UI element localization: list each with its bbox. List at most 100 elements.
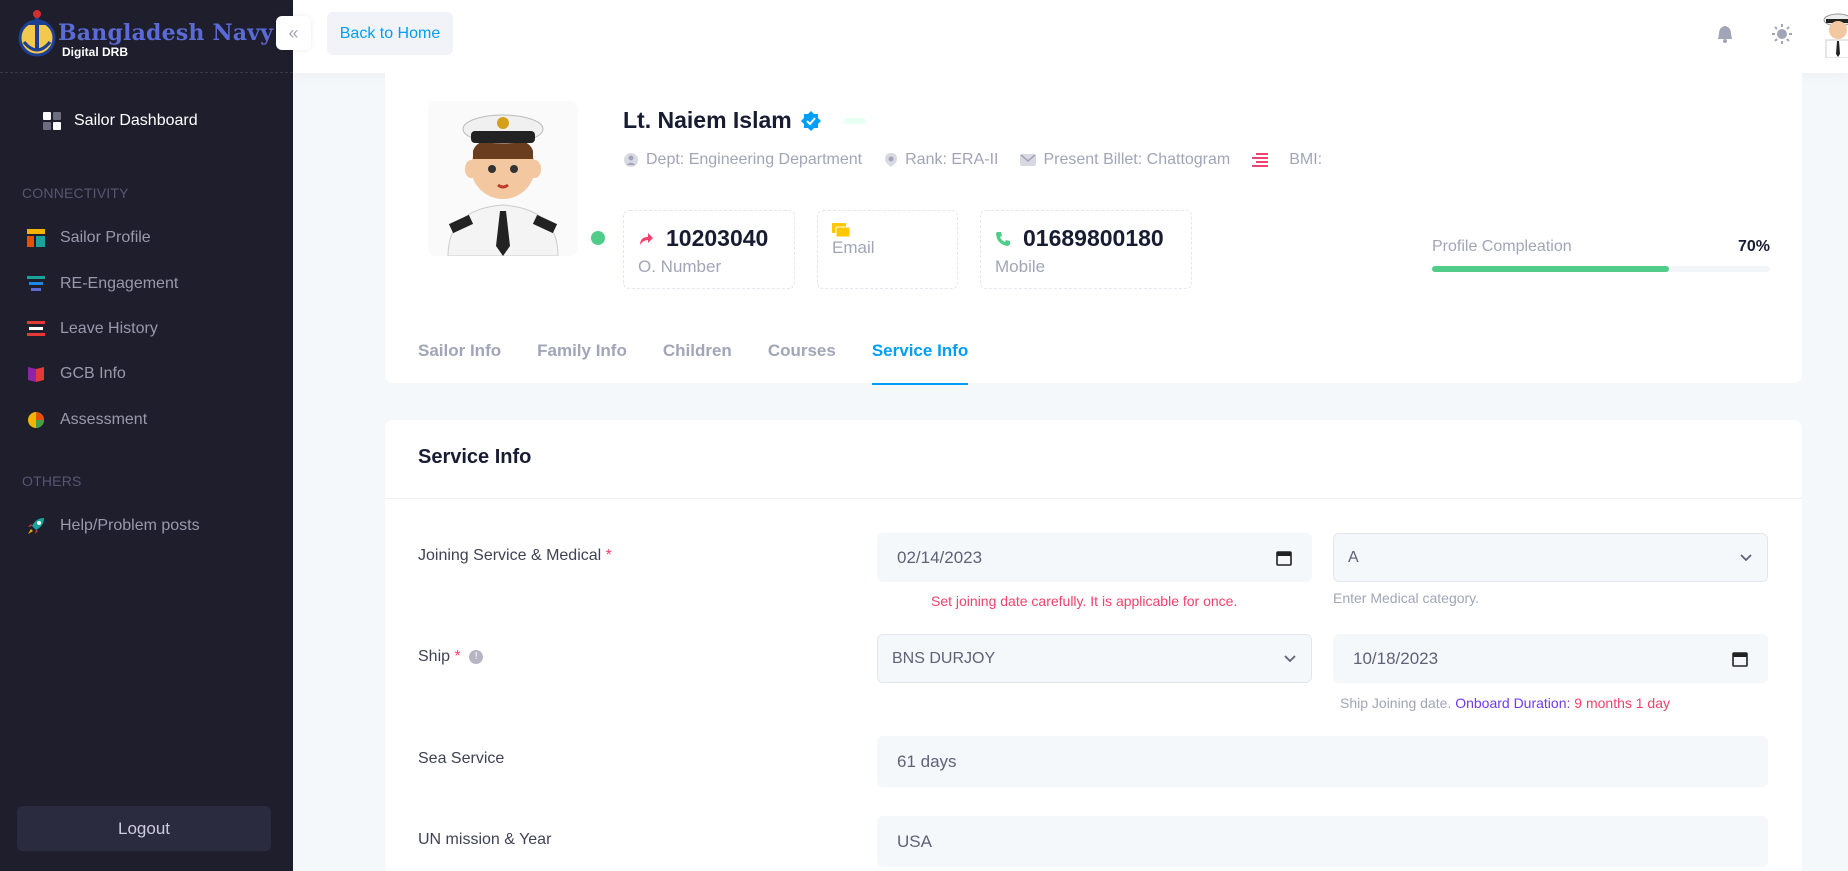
sidebar-item-re-engagement[interactable]: RE-Engagement [26,274,178,294]
brand-title: Bangladesh Navy [58,20,274,46]
ship-help-text: Ship Joining date. [1340,695,1452,711]
mobile-value: 01689800180 [1023,225,1164,251]
ship-label: Ship * ! [418,648,484,666]
status-pill [843,117,866,124]
ship-joining-date-input[interactable]: 10/18/2023 [1333,634,1768,683]
joining-label: Joining Service & Medical * [418,547,612,565]
medical-category-select[interactable]: A [1333,533,1768,582]
mobile-label: Mobile [995,257,1046,276]
theme-sun-icon[interactable] [1770,22,1794,46]
profile-tabs: Sailor Info Family Info Children Courses… [418,341,969,385]
sidebar-item-label: Leave History [60,320,158,337]
info-icon[interactable]: ! [469,649,484,664]
double-chevron-left-icon: « [288,22,299,43]
joining-date-value: 02/14/2023 [897,547,983,567]
arrow-redo-icon [640,232,653,245]
billet-text: Present Billet: Chattogram [1043,151,1231,168]
officer-avatar [428,101,578,256]
service-info-title: Service Info [418,446,532,468]
ship-label-text: Ship [418,648,451,665]
sea-service-input[interactable]: 61 days [877,736,1768,787]
sidebar-item-assessment[interactable]: Assessment [26,410,147,430]
tab-children[interactable]: Children [663,341,732,385]
sidebar-item-dashboard[interactable]: Sailor Dashboard [42,111,198,131]
back-to-home-button[interactable]: Back to Home [327,12,453,55]
un-mission-input[interactable]: USA [877,816,1768,867]
user-avatar[interactable] [1818,12,1848,58]
stat-email: Email [817,210,958,289]
logout-button[interactable]: Logout [17,806,271,851]
onboard-value: 9 months 1 day [1574,695,1671,711]
profile-meta: Dept: Engineering Department Rank: ERA-I… [623,151,1322,169]
sea-service-label: Sea Service [418,750,505,767]
sea-service-value: 61 days [897,751,957,771]
calendar-icon[interactable] [1732,651,1748,667]
tab-family-info[interactable]: Family Info [537,341,627,385]
divider [385,498,1802,499]
sidebar-item-label: RE-Engagement [60,275,179,292]
profile-name-row: Lt. Naiem Islam [623,107,866,134]
meta-bmi: BMI: [1252,151,1322,169]
phone-icon [996,231,1010,246]
medical-help-text: Enter Medical category. [1333,590,1480,606]
sidebar-item-label: Help/Problem posts [60,517,200,534]
sidebar-item-sailor-profile[interactable]: Sailor Profile [26,228,151,248]
ship-select[interactable]: BNS DURJOY [877,634,1312,683]
required-mark: * [454,648,461,665]
completion-label: Profile Compleation [1432,238,1572,255]
sidebar: Bangladesh Navy Digital DRB Sailor Dashb… [0,0,293,871]
sidebar-item-label: Sailor Profile [60,229,151,246]
medical-value: A [1348,548,1359,566]
o-number-label: O. Number [638,257,722,276]
ship-value: BNS DURJOY [892,649,996,667]
verified-badge-icon [800,110,821,131]
stat-o-number: 10203040 O. Number [623,210,795,289]
section-connectivity: CONNECTIVITY [22,185,129,201]
profile-name: Lt. Naiem Islam [623,107,792,133]
email-label: Email [832,238,875,257]
location-pin-icon [885,153,898,167]
profile-completion: Profile Compleation 70% [1432,238,1770,272]
onboard-label: Onboard Duration: [1455,695,1571,711]
meta-dept: Dept: Engineering Department [623,151,862,169]
online-status-dot [591,231,605,245]
list-icon [1252,153,1269,167]
joining-date-input[interactable]: 02/14/2023 [877,533,1312,582]
service-info-card: Service Info Joining Service & Medical *… [385,420,1802,871]
chevron-down-icon [1740,553,1752,561]
completion-progress-fill [1432,266,1669,272]
section-others: OTHERS [22,473,82,489]
tab-sailor-info[interactable]: Sailor Info [418,341,501,385]
sidebar-item-label: Assessment [60,411,148,428]
sidebar-item-gcb-info[interactable]: GCB Info [26,364,126,384]
leave-icon [27,321,45,336]
ship-date-value: 10/18/2023 [1353,648,1439,668]
sidebar-item-leave-history[interactable]: Leave History [26,319,158,339]
header: Back to Home [293,0,1848,73]
sidebar-item-help[interactable]: Help/Problem posts [26,516,200,536]
dept-text: Dept: Engineering Department [646,151,863,168]
joining-label-text: Joining Service & Medical [418,547,602,564]
rocket-icon [28,518,44,534]
brand: Bangladesh Navy Digital DRB [0,0,293,73]
un-mission-value: USA [897,831,932,851]
chevron-down-icon [1284,654,1296,662]
o-number-value: 10203040 [666,225,769,251]
email-card-icon [832,223,850,237]
joining-help-text: Set joining date carefully. It is applic… [931,593,1238,609]
navy-anchor-logo [18,10,56,57]
sidebar-item-label: Sailor Dashboard [74,112,198,129]
notification-bell-icon[interactable] [1713,22,1737,46]
calendar-icon[interactable] [1276,550,1292,566]
tab-service-info[interactable]: Service Info [871,341,969,385]
sidebar-toggle-button[interactable]: « [276,16,311,50]
dashboard-icon [43,112,61,130]
bmi-text: BMI: [1289,151,1323,168]
envelope-icon [1020,154,1037,166]
ship-help-row: Ship Joining date. Onboard Duration: 9 m… [1340,695,1670,711]
tab-courses[interactable]: Courses [768,341,836,385]
sidebar-item-label: GCB Info [60,365,126,382]
pie-chart-icon [28,412,44,428]
required-mark: * [605,547,612,564]
meta-billet: Present Billet: Chattogram [1020,151,1230,169]
